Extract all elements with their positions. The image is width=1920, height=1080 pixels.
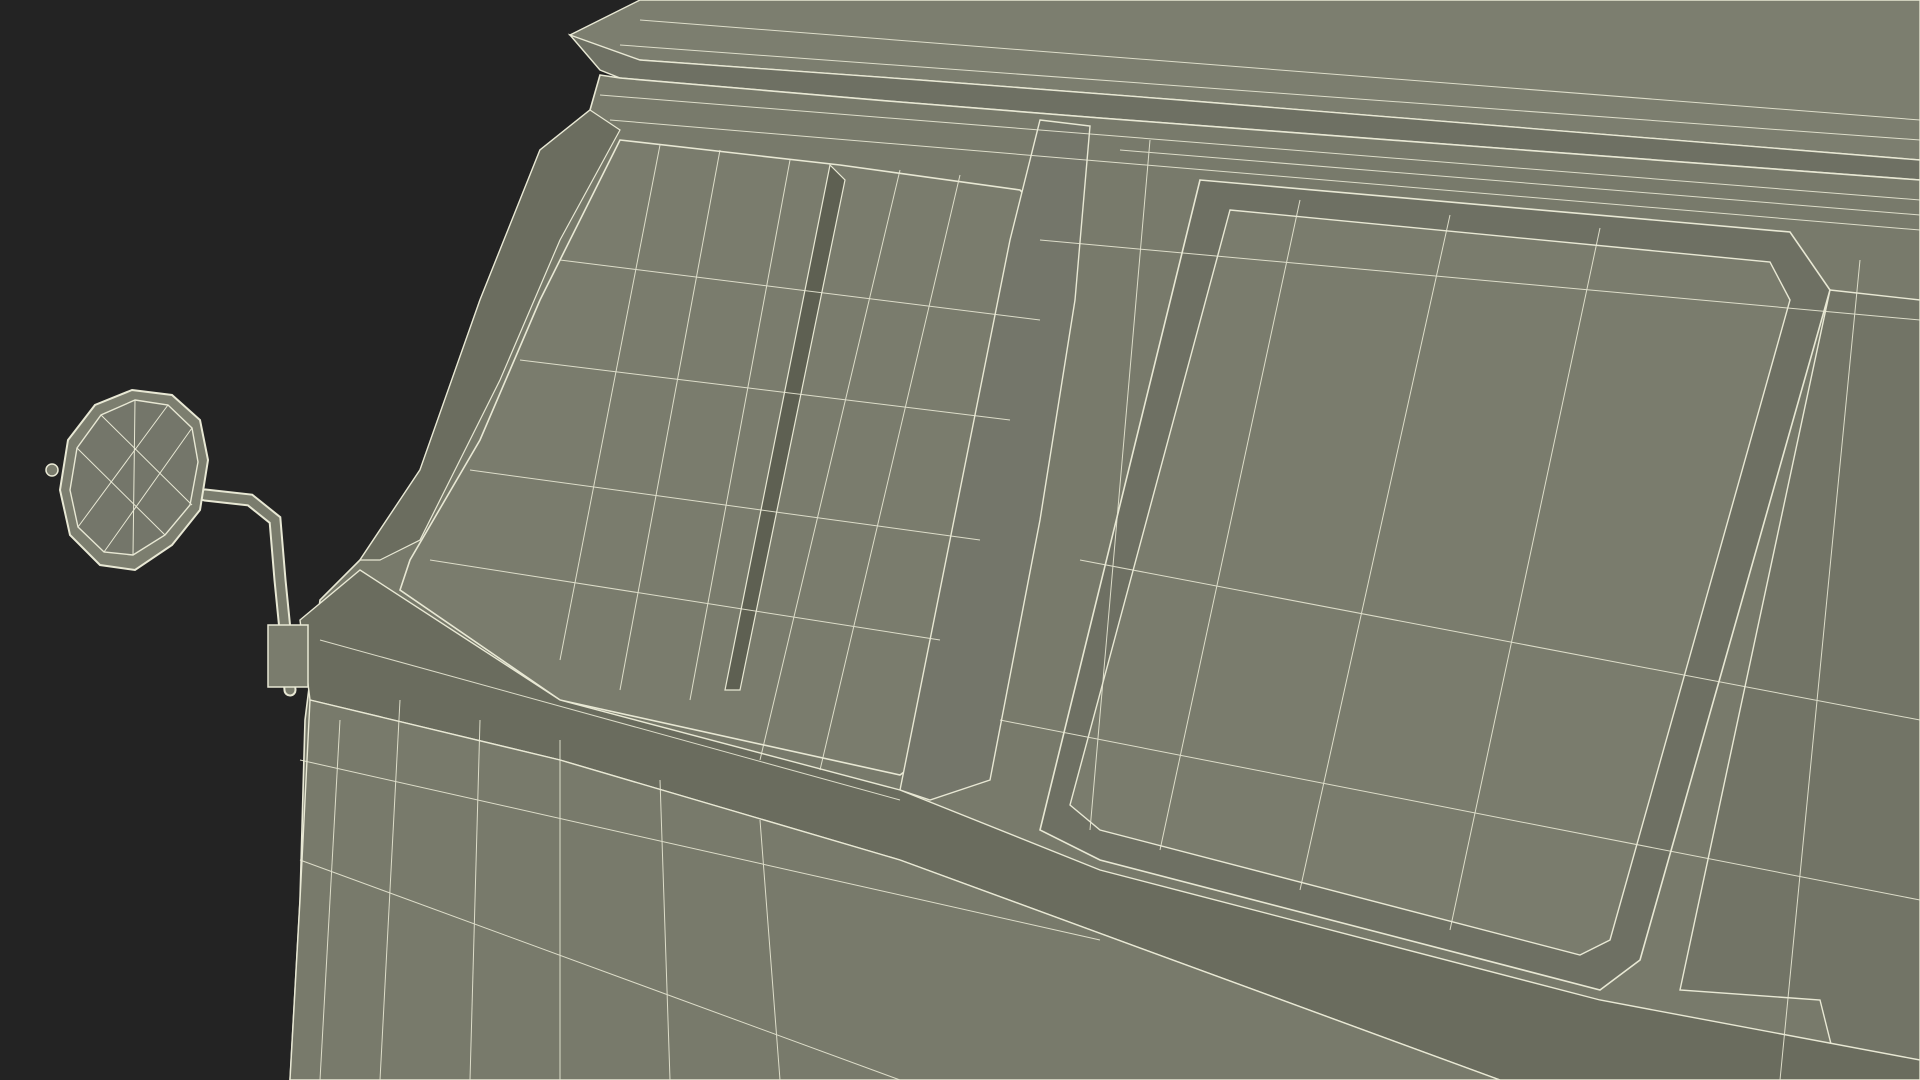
mirror-mount — [267, 624, 309, 688]
render-viewport — [0, 0, 1920, 1080]
van-wireframe-render — [0, 0, 1920, 1080]
mirror-knob — [45, 463, 59, 477]
